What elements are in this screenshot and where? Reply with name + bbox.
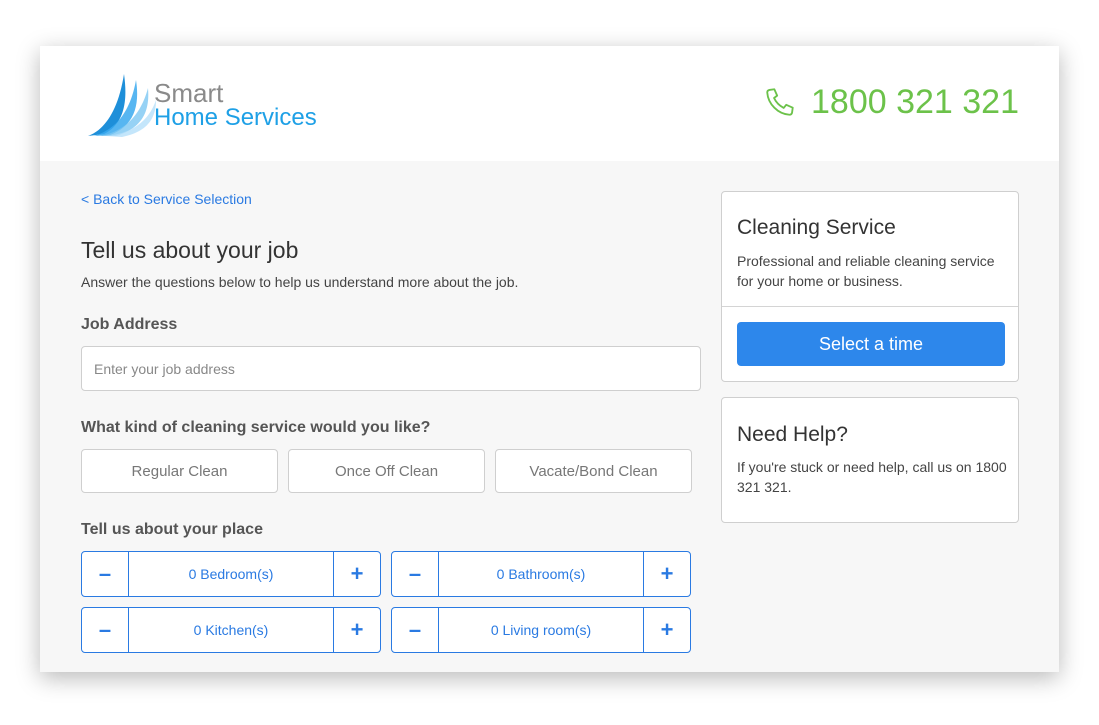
need-help-card: Need Help? If you're stuck or need help,… [721,397,1019,523]
service-card-title: Cleaning Service [737,216,896,239]
page-subtitle: Answer the questions below to help us un… [81,274,519,290]
brand-logo[interactable]: Smart Home Services [84,72,334,138]
living-room-stepper: – 0 Living room(s) + [391,607,691,653]
page-title: Tell us about your job [81,237,299,263]
bathroom-decrement-button[interactable]: – [392,552,439,596]
bathroom-count: 0 Bathroom(s) [496,566,586,582]
place-label: Tell us about your place [81,521,263,538]
living-room-increment-button[interactable]: + [643,608,690,652]
bedroom-count: 0 Bedroom(s) [188,566,274,582]
cleaning-service-card: Cleaning Service Professional and reliab… [721,191,1019,382]
kitchen-increment-button[interactable]: + [333,608,380,652]
job-form: < Back to Service Selection Tell us abou… [81,191,701,653]
living-room-count: 0 Living room(s) [490,622,592,638]
service-card-description: Professional and reliable cleaning servi… [737,253,995,289]
select-a-time-button[interactable]: Select a time [737,322,1005,366]
brand-name-line1: Smart [154,78,224,108]
regular-clean-button[interactable]: Regular Clean [81,449,278,493]
brand-name-line2: Home Services [154,104,317,131]
bedroom-increment-button[interactable]: + [333,552,380,596]
header-phone[interactable]: 1800 321 321 [763,82,1019,122]
back-to-service-selection-link[interactable]: < Back to Service Selection [81,191,701,207]
bathroom-stepper: – 0 Bathroom(s) + [391,551,691,597]
page-header: Smart Home Services 1800 321 321 [40,46,1059,161]
app-window: Smart Home Services 1800 321 321 < Back … [40,46,1059,672]
phone-number: 1800 321 321 [811,82,1019,121]
job-address-label: Job Address [81,316,178,333]
living-room-decrement-button[interactable]: – [392,608,439,652]
logo-wing-icon [88,74,156,137]
bedroom-decrement-button[interactable]: – [82,552,129,596]
vacate-bond-clean-button[interactable]: Vacate/Bond Clean [495,449,692,493]
bathroom-increment-button[interactable]: + [643,552,690,596]
kitchen-stepper: – 0 Kitchen(s) + [81,607,381,653]
bedroom-stepper: – 0 Bedroom(s) + [81,551,381,597]
service-kind-options: Regular Clean Once Off Clean Vacate/Bond… [81,449,701,493]
once-off-clean-button[interactable]: Once Off Clean [288,449,485,493]
help-card-title: Need Help? [737,423,848,446]
card-divider [722,306,1018,307]
kitchen-count: 0 Kitchen(s) [193,622,269,638]
help-card-text: If you're stuck or need help, call us on… [737,459,1007,495]
phone-icon [766,88,794,116]
service-kind-label: What kind of cleaning service would you … [81,419,431,436]
job-address-input[interactable] [81,346,701,391]
kitchen-decrement-button[interactable]: – [82,608,129,652]
place-steppers: – 0 Bedroom(s) + – 0 Bathroom(s) + – 0 K… [81,551,701,653]
